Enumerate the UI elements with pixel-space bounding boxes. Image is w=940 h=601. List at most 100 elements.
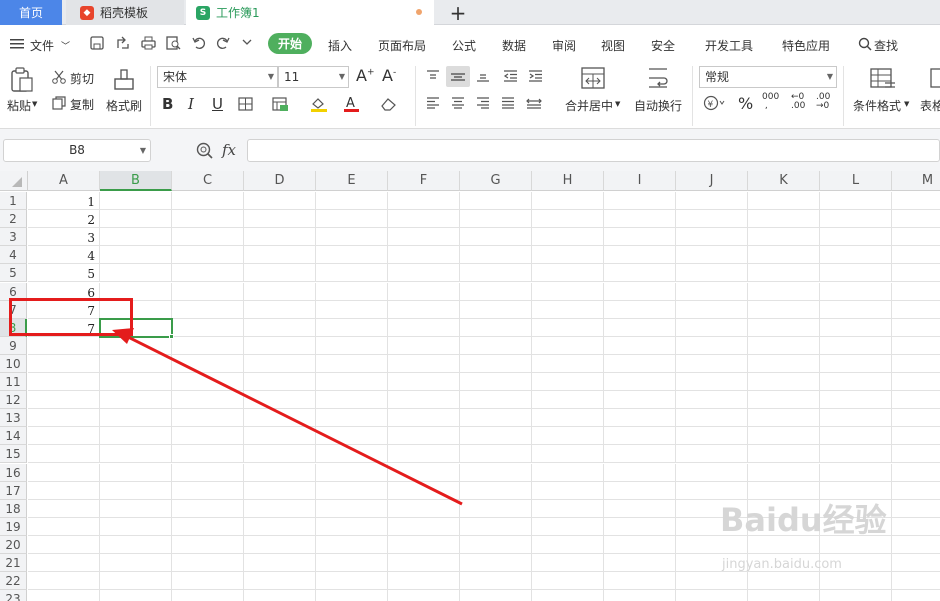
tab-special[interactable]: 特色应用 [782,37,830,54]
cell-l2[interactable] [820,210,892,229]
cell-f2[interactable] [388,210,460,229]
merge-center-icon[interactable] [581,67,605,89]
cell-i19[interactable] [604,517,676,536]
cell-h20[interactable] [532,535,604,554]
cell-m5[interactable] [892,264,940,283]
cell-a18[interactable] [28,499,100,518]
file-menu[interactable]: 文件 [30,37,54,54]
cell-b2[interactable] [100,210,172,229]
cell-m11[interactable] [892,373,940,392]
row-header-15[interactable]: 15 [0,445,27,464]
tab-start[interactable]: 开始 [268,33,312,54]
cell-h17[interactable] [532,481,604,500]
insert-function-button[interactable]: fx [222,141,236,159]
cell-d3[interactable] [244,228,316,247]
cell-e4[interactable] [316,246,388,265]
cell-g20[interactable] [460,535,532,554]
cell-h13[interactable] [532,409,604,428]
print-preview-icon[interactable] [166,36,181,50]
table-style-icon[interactable] [930,68,940,90]
cell-g4[interactable] [460,246,532,265]
decrease-indent-icon[interactable] [503,70,518,82]
formula-input[interactable] [247,139,940,162]
row-header-22[interactable]: 22 [0,572,27,591]
cell-j5[interactable] [676,264,748,283]
cell-l22[interactable] [820,572,892,591]
cell-a1[interactable]: 1 [28,192,100,211]
cell-f3[interactable] [388,228,460,247]
cell-e21[interactable] [316,554,388,573]
align-middle-icon[interactable] [446,66,470,87]
row-header-2[interactable]: 2 [0,210,27,229]
cell-m13[interactable] [892,409,940,428]
cell-g21[interactable] [460,554,532,573]
cell-m10[interactable] [892,355,940,373]
row-header-9[interactable]: 9 [0,336,27,355]
cell-h7[interactable] [532,300,604,319]
column-header-l[interactable]: L [820,171,892,191]
cell-j16[interactable] [676,463,748,482]
cell-i12[interactable] [604,391,676,410]
increase-decimal-icon[interactable]: ←0.00 [791,93,805,111]
undo-icon[interactable] [192,36,206,50]
cell-i20[interactable] [604,535,676,554]
column-header-e[interactable]: E [316,171,388,191]
cell-f5[interactable] [388,264,460,283]
cell-d7[interactable] [244,300,316,319]
cell-h10[interactable] [532,354,604,373]
cell-k2[interactable] [748,210,820,229]
hamburger-icon[interactable] [10,38,24,50]
cell-a20[interactable] [28,535,100,554]
cell-m12[interactable] [892,391,940,410]
cell-b3[interactable] [100,228,172,247]
save-icon[interactable] [90,36,104,50]
cell-m6[interactable] [892,283,940,301]
cell-f7[interactable] [388,300,460,319]
search-label[interactable]: 查找 [874,37,898,54]
redo-icon[interactable] [216,36,230,50]
tab-review[interactable]: 审阅 [552,37,576,54]
cell-i7[interactable] [604,300,676,319]
cell-j7[interactable] [676,300,748,319]
increase-font-icon[interactable]: A+ [356,66,375,85]
cell-f22[interactable] [388,572,460,591]
cell-e19[interactable] [316,517,388,536]
wrap-text-icon[interactable] [646,67,670,89]
row-header-12[interactable]: 12 [0,391,27,410]
cell-j4[interactable] [676,246,748,265]
decrease-font-icon[interactable]: A- [382,66,396,85]
cell-g3[interactable] [460,228,532,247]
cell-g19[interactable] [460,517,532,536]
conditional-format-button[interactable]: 条件格式 [853,97,901,114]
wrap-text-button[interactable]: 自动换行 [634,97,682,114]
cell-c3[interactable] [172,228,244,247]
cell-j6[interactable] [676,282,748,301]
cell-l10[interactable] [820,354,892,373]
cell-m9[interactable] [892,337,940,355]
cell-h15[interactable] [532,445,604,464]
cell-j3[interactable] [676,228,748,247]
cell-a23[interactable] [28,590,100,601]
cell-a16[interactable] [28,463,100,482]
font-size-select[interactable]: 11 ▼ [278,66,349,88]
cell-i6[interactable] [604,282,676,301]
cell-a2[interactable]: 2 [28,210,100,229]
cell-a10[interactable] [28,354,100,373]
cell-l16[interactable] [820,463,892,482]
font-name-select[interactable]: 宋体 ▼ [157,66,278,88]
cell-i8[interactable] [604,318,676,337]
cell-k4[interactable] [748,246,820,265]
cell-k7[interactable] [748,300,820,319]
cell-e7[interactable] [316,300,388,319]
column-header-b[interactable]: B [100,171,172,191]
cell-h16[interactable] [532,463,604,482]
row-header-14[interactable]: 14 [0,427,27,446]
cell-f23[interactable] [388,590,460,601]
cell-h4[interactable] [532,246,604,265]
column-header-k[interactable]: K [748,171,820,191]
cell-m19[interactable] [892,518,940,536]
cell-h21[interactable] [532,554,604,573]
cell-k13[interactable] [748,409,820,428]
cell-b1[interactable] [100,192,172,211]
cell-g7[interactable] [460,300,532,319]
